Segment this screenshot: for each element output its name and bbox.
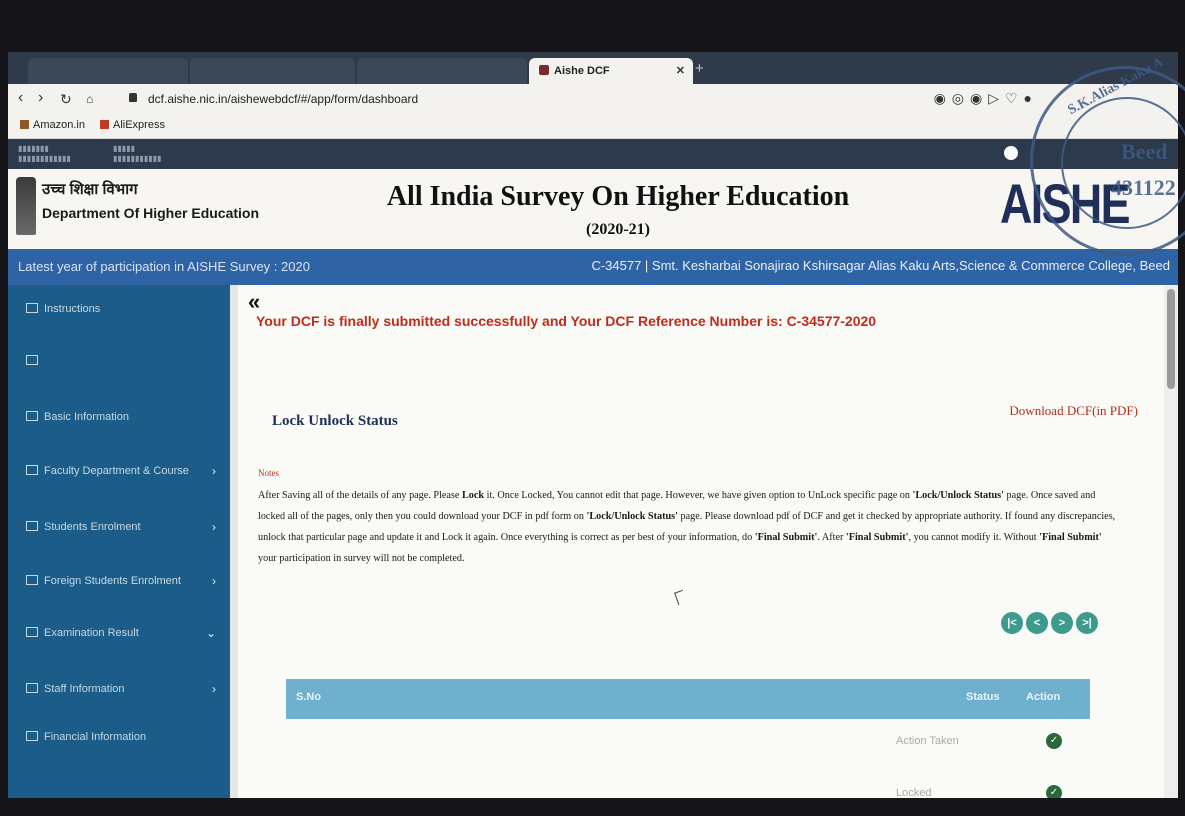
sidebar-item-basic-information[interactable]: Basic Information (8, 397, 230, 437)
browser-tab[interactable] (28, 58, 188, 84)
gov-text: ▮▮▮▮▮ ▮▮▮▮▮▮▮▮▮▮▮ (113, 144, 162, 163)
browser-tab[interactable] (190, 58, 355, 84)
browser-tab[interactable] (357, 58, 527, 84)
scrollbar-thumb[interactable] (1167, 289, 1175, 389)
download-dcf-link[interactable]: Download DCF(in PDF) (1009, 403, 1138, 419)
status-cell: Locked (896, 787, 932, 798)
bookmarks-bar: Amazon.in AliExpress (8, 114, 1178, 139)
chevron-right-icon: › (212, 682, 216, 696)
browser-nav-bar: ‹ › ↻ ⌂ dcf.aishe.nic.in/aishewebdcf/#/a… (8, 84, 1178, 114)
info-icon (26, 411, 38, 421)
status-cell: Action Taken (896, 735, 959, 747)
institution-name: C-34577 | Smt. Kesharbai Sonajirao Kshir… (591, 258, 1170, 273)
next-page-button[interactable]: > (1051, 612, 1073, 634)
aliexpress-icon (100, 120, 109, 129)
check-icon[interactable]: ✓ (1046, 785, 1062, 798)
bookmark-aliexpress[interactable]: AliExpress (100, 119, 165, 131)
pagination: |< < > >| (998, 612, 1098, 634)
browser-tab-bar: Aishe DCF ✕ + (8, 52, 1178, 84)
aishe-favicon-icon (539, 65, 549, 75)
user-icon[interactable] (1004, 146, 1018, 160)
department-english: Department Of Higher Education (42, 205, 260, 221)
column-header[interactable]: S.No (296, 691, 321, 703)
gov-text: ▮▮▮▮▮▮▮ ▮▮▮▮▮▮▮▮▮▮▮▮ (18, 144, 71, 163)
lock-icon (129, 93, 137, 102)
screen: Aishe DCF ✕ + ‹ › ↻ ⌂ dcf.aishe.nic.in/a… (8, 52, 1178, 798)
column-header[interactable]: Status (966, 691, 1000, 703)
sidebar-item-financial-information[interactable]: Financial Information (8, 717, 230, 757)
foreign-students-icon (26, 575, 38, 585)
page-title: All India Survey On Higher Education (386, 181, 850, 212)
seal-text: Beed (1121, 139, 1168, 164)
reload-icon[interactable]: ↻ (60, 91, 72, 108)
department-hindi: उच्च शिक्षा विभाग (42, 181, 138, 198)
sidebar-item[interactable] (8, 341, 230, 381)
last-page-button[interactable]: >| (1076, 612, 1098, 634)
sidebar-item-foreign-students[interactable]: Foreign Students Enrolment › (8, 561, 230, 601)
table-row: Action Taken ✓ (286, 727, 1090, 763)
notes-label: Notes (258, 468, 279, 478)
bookmark-amazon[interactable]: Amazon.in (20, 119, 85, 131)
main-content: « Your DCF is finally submitted successf… (238, 285, 1138, 798)
section-heading: Lock Unlock Status (272, 413, 398, 429)
check-icon[interactable]: ✓ (1046, 733, 1062, 749)
info-bar: Latest year of participation in AISHE Su… (8, 249, 1178, 285)
seal-text: 431122 (1111, 175, 1176, 200)
students-icon (26, 521, 38, 531)
chevron-right-icon: › (212, 464, 216, 478)
chevron-right-icon: › (212, 520, 216, 534)
browser-tab-active[interactable]: Aishe DCF ✕ (529, 58, 693, 84)
sidebar-item-students-enrolment[interactable]: Students Enrolment › (8, 507, 230, 547)
survey-year: (2020-21) (586, 221, 650, 238)
notes-text: After Saving all of the details of any p… (258, 490, 1116, 564)
column-header[interactable]: Action (1026, 691, 1060, 703)
table-header: S.No Status Action (286, 679, 1090, 719)
sidebar-item-examination-result[interactable]: Examination Result ⌄ (8, 613, 230, 653)
first-page-button[interactable]: |< (1001, 612, 1023, 634)
faculty-icon (26, 465, 38, 475)
close-tab-icon[interactable]: ✕ (676, 58, 685, 84)
forward-icon[interactable]: › (38, 89, 43, 107)
sidebar-item-staff-information[interactable]: Staff Information › (8, 669, 230, 709)
amazon-icon (20, 120, 29, 129)
collapse-sidebar-icon[interactable]: « (248, 289, 260, 315)
government-strip: ▮▮▮▮▮▮▮ ▮▮▮▮▮▮▮▮▮▮▮▮ ▮▮▮▮▮ ▮▮▮▮▮▮▮▮▮▮▮ (8, 139, 1178, 169)
instructions-icon (26, 303, 38, 313)
finance-icon (26, 731, 38, 741)
exam-icon (26, 627, 38, 637)
menu-icon (26, 355, 38, 365)
address-bar[interactable]: dcf.aishe.nic.in/aishewebdcf/#/app/form/… (148, 92, 418, 106)
sidebar-item-instructions[interactable]: Instructions (8, 289, 230, 329)
table-row: Locked ✓ (286, 779, 1090, 798)
mouse-cursor-icon (674, 589, 687, 606)
sidebar: Instructions Basic Information Faculty D… (8, 285, 238, 798)
home-icon[interactable]: ⌂ (86, 92, 93, 106)
sidebar-scrollbar[interactable] (230, 285, 238, 798)
chevron-down-icon: ⌄ (205, 626, 216, 640)
success-message: Your DCF is finally submitted successful… (256, 313, 877, 329)
participation-year: Latest year of participation in AISHE Su… (18, 259, 310, 274)
extension-icons[interactable]: ◉◎◉▷♡● (934, 90, 1038, 107)
page-scrollbar[interactable] (1164, 285, 1178, 798)
back-icon[interactable]: ‹ (18, 89, 23, 107)
staff-icon (26, 683, 38, 693)
new-tab-icon[interactable]: + (695, 60, 704, 77)
site-header: उच्च शिक्षा विभाग Department Of Higher E… (8, 169, 1178, 249)
prev-page-button[interactable]: < (1026, 612, 1048, 634)
national-emblem-icon (16, 177, 36, 235)
sidebar-item-faculty-department[interactable]: Faculty Department & Course › (8, 451, 230, 491)
chevron-right-icon: › (212, 574, 216, 588)
